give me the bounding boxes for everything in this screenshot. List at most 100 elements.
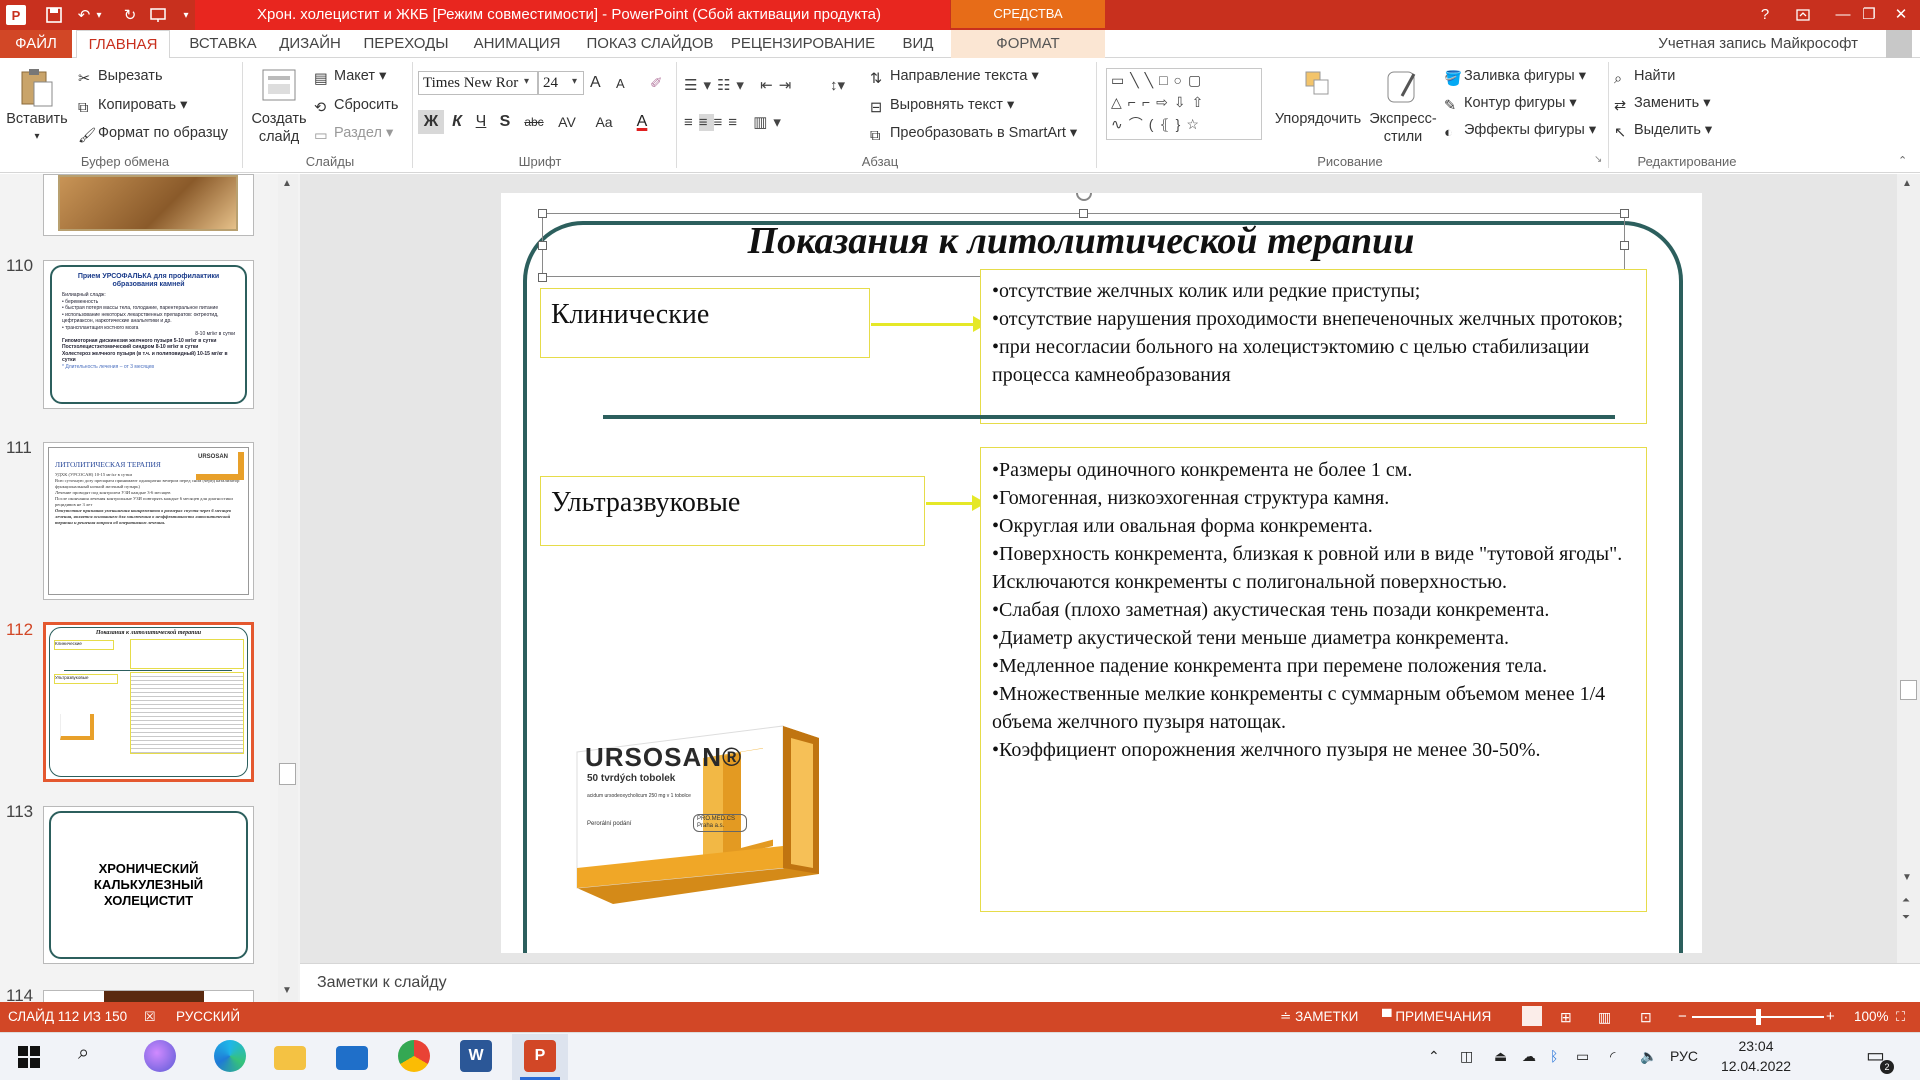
- account-label[interactable]: Учетная запись Майкрософт: [1658, 30, 1858, 58]
- format-painter-button[interactable]: 🖌 Формат по образцу: [78, 123, 228, 144]
- help-button[interactable]: ?: [1748, 0, 1782, 30]
- drawing-dialog-launcher-icon[interactable]: ↘: [1594, 154, 1602, 165]
- rotate-handle-icon[interactable]: [1076, 193, 1092, 201]
- slide-scroll-thumb[interactable]: [1900, 680, 1917, 700]
- scroll-up-icon[interactable]: ▲: [1902, 178, 1912, 189]
- collapse-ribbon-icon[interactable]: ⌃: [1898, 154, 1907, 167]
- language-indicator[interactable]: РУССКИЙ: [176, 1002, 240, 1032]
- quick-styles-button[interactable]: Экспресс-стили: [1366, 110, 1440, 146]
- clear-formatting-icon[interactable]: ✐: [650, 74, 663, 92]
- align-text-button[interactable]: ⊟ Выровнять текст ▾: [870, 95, 1014, 116]
- scroll-up-icon[interactable]: ▲: [282, 178, 292, 189]
- zoom-slider-thumb[interactable]: [1756, 1009, 1761, 1025]
- line-spacing-icon[interactable]: ↕▾: [830, 76, 845, 94]
- replace-button[interactable]: ⇄ Заменить ▾: [1614, 93, 1710, 114]
- word-icon[interactable]: W: [460, 1040, 492, 1072]
- tab-design[interactable]: ДИЗАЙН: [272, 30, 348, 58]
- shape-fill-button[interactable]: 🪣 Заливка фигуры ▾: [1444, 66, 1586, 87]
- layout-button[interactable]: ▤ Макет ▾: [314, 66, 386, 87]
- slide-canvas[interactable]: Показания к литолитической терапии Клини…: [501, 193, 1702, 953]
- paste-dropdown-icon[interactable]: ▾: [4, 128, 70, 146]
- shape-outline-button[interactable]: ✎ Контур фигуры ▾: [1444, 93, 1577, 114]
- close-button[interactable]: ✕: [1884, 0, 1918, 30]
- tab-animation[interactable]: АНИМАЦИЯ: [462, 30, 572, 58]
- shrink-font-button[interactable]: A: [616, 76, 625, 91]
- underline-button[interactable]: Ч: [470, 110, 492, 134]
- normal-view-icon[interactable]: [1522, 1006, 1542, 1026]
- paste-icon[interactable]: [18, 66, 56, 110]
- section-button[interactable]: ▭ Раздел ▾: [314, 123, 393, 144]
- tray-cloud-icon[interactable]: ☁: [1522, 1032, 1536, 1080]
- tray-usb-icon[interactable]: ⏏: [1494, 1032, 1507, 1080]
- arrange-button[interactable]: Упорядочить: [1270, 110, 1366, 128]
- cut-button[interactable]: ✂ Вырезать: [78, 66, 163, 87]
- strikethrough-button[interactable]: abc: [520, 110, 548, 134]
- ribbon-display-options-icon[interactable]: [1786, 0, 1820, 30]
- shapes-gallery[interactable]: ▭╲╲□○▢ △⌐⌐⇨⇩⇧ ∿⌒(⦃}☆: [1106, 68, 1262, 140]
- font-size-dropdown-icon[interactable]: ▾: [572, 76, 577, 87]
- start-slideshow-icon[interactable]: [146, 3, 170, 27]
- font-size-box[interactable]: 24: [538, 71, 584, 95]
- copy-button[interactable]: ⧉ Копировать ▾: [78, 95, 187, 116]
- mail-icon[interactable]: [336, 1046, 368, 1070]
- tray-meet-icon[interactable]: ◫: [1460, 1032, 1473, 1080]
- resize-handle[interactable]: [1620, 241, 1629, 250]
- scroll-down-icon[interactable]: ▼: [1902, 872, 1912, 883]
- redo-icon[interactable]: ↻: [118, 3, 142, 27]
- zoom-level[interactable]: 100%: [1854, 1002, 1889, 1032]
- italic-button[interactable]: К: [446, 110, 468, 134]
- thumbnails-scrollbar[interactable]: [278, 174, 298, 1002]
- thumbnails-scroll-thumb[interactable]: [279, 763, 296, 785]
- quick-styles-icon[interactable]: [1384, 66, 1420, 106]
- tray-volume-icon[interactable]: 🔈: [1640, 1032, 1657, 1080]
- zoom-out-icon[interactable]: −: [1678, 1002, 1687, 1032]
- smartart-button[interactable]: ⧉ Преобразовать в SmartArt ▾: [870, 123, 1077, 144]
- slide-title[interactable]: Показания к литолитической терапии: [541, 219, 1621, 263]
- zoom-slider[interactable]: [1692, 1009, 1824, 1025]
- font-name-dropdown-icon[interactable]: ▾: [524, 76, 529, 87]
- input-language-indicator[interactable]: РУС: [1670, 1032, 1698, 1080]
- slide-thumbnail-114[interactable]: [43, 990, 254, 1002]
- select-button[interactable]: ↖ Выделить ▾: [1614, 120, 1712, 141]
- tab-insert[interactable]: ВСТАВКА: [174, 30, 272, 58]
- font-color-button[interactable]: A: [630, 110, 654, 134]
- tab-transitions[interactable]: ПЕРЕХОДЫ: [356, 30, 456, 58]
- tray-battery-icon[interactable]: ▭: [1576, 1032, 1589, 1080]
- scroll-down-icon[interactable]: ▼: [282, 985, 292, 996]
- slide-thumbnail-112[interactable]: Показания к литолитической терапии Клини…: [43, 622, 254, 782]
- edge-browser-icon[interactable]: [214, 1040, 246, 1072]
- new-slide-icon[interactable]: [260, 66, 298, 106]
- slide-thumbnail-111[interactable]: ЛИТОЛИТИЧЕСКАЯ ТЕРАПИЯ URSOSAN УДХК (УРС…: [43, 442, 254, 600]
- ursosan-package-image[interactable]: URSOSAN® 50 tvrdých tobolek acidum ursod…: [573, 718, 819, 904]
- shadow-button[interactable]: S: [494, 110, 516, 134]
- notes-button[interactable]: ≐ ЗАМЕТКИ: [1280, 1002, 1358, 1032]
- previous-slide-icon[interactable]: ⏶: [1902, 895, 1910, 906]
- resize-handle[interactable]: [1620, 209, 1629, 218]
- restore-button[interactable]: ❐: [1852, 0, 1886, 30]
- char-spacing-button[interactable]: AV: [550, 110, 584, 134]
- tab-slideshow[interactable]: ПОКАЗ СЛАЙДОВ: [580, 30, 720, 58]
- alignment-buttons-icon[interactable]: ≡≡≡≡ ▥▾: [684, 113, 787, 131]
- notes-pane[interactable]: Заметки к слайду: [300, 963, 1920, 1002]
- reset-button[interactable]: ⟲ Сбросить: [314, 95, 398, 116]
- bold-button[interactable]: Ж: [418, 110, 444, 134]
- shape-effects-button[interactable]: ◐ Эффекты фигуры ▾: [1444, 120, 1596, 141]
- next-slide-icon[interactable]: ⏷: [1902, 912, 1910, 923]
- slide-sorter-icon[interactable]: ⊞: [1560, 1002, 1572, 1032]
- chrome-icon[interactable]: [398, 1040, 430, 1072]
- font-name-box[interactable]: Times New Ror: [418, 71, 538, 95]
- fit-slide-icon[interactable]: ⛶: [1896, 1002, 1905, 1032]
- slide-thumbnail-109[interactable]: [43, 174, 254, 236]
- save-icon[interactable]: [42, 3, 66, 27]
- tray-wifi-icon[interactable]: ◜: [1610, 1032, 1615, 1080]
- tab-review[interactable]: РЕЦЕНЗИРОВАНИЕ: [728, 30, 878, 58]
- tray-expand-icon[interactable]: ⌃: [1428, 1032, 1440, 1080]
- tray-bluetooth-icon[interactable]: ᛒ: [1550, 1032, 1558, 1080]
- notification-icon[interactable]: ▭: [1866, 1032, 1885, 1080]
- avatar[interactable]: [1886, 30, 1912, 58]
- tab-home[interactable]: ГЛАВНАЯ: [76, 30, 170, 59]
- tab-file[interactable]: ФАЙЛ: [0, 30, 72, 58]
- paste-button[interactable]: Вставить: [4, 110, 70, 128]
- find-button[interactable]: ⌕ Найти: [1614, 66, 1675, 87]
- windows-start-icon[interactable]: [18, 1046, 40, 1071]
